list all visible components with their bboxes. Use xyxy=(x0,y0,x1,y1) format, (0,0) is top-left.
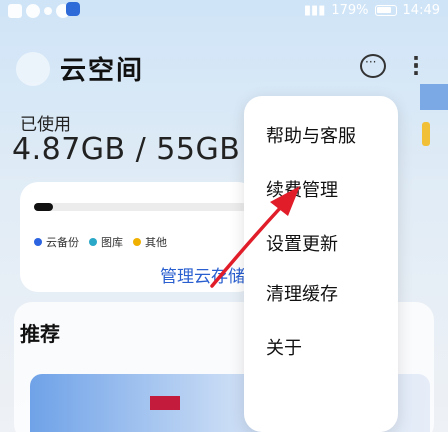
legend-label: 云备份 xyxy=(46,236,79,249)
legend-item-backup: 云备份 xyxy=(34,234,79,250)
legend-label: 图库 xyxy=(101,236,123,249)
menu-item-clear-cache[interactable]: 清理缓存 xyxy=(266,280,338,306)
clock: 14:49 xyxy=(402,3,440,18)
chat-icon[interactable] xyxy=(360,54,386,78)
dot-icon xyxy=(44,7,52,15)
usage-bar xyxy=(34,203,248,211)
legend-dot xyxy=(34,238,42,246)
page-title: 云空间 xyxy=(60,56,145,86)
storage-value: 4.87GB / 55GB xyxy=(12,132,241,167)
options-popup-menu: 帮助与客服 续费管理 设置更新 清理缓存 关于 xyxy=(244,96,398,432)
menu-item-settings[interactable]: 设置更新 xyxy=(266,230,338,256)
menu-item-help[interactable]: 帮助与客服 xyxy=(266,122,356,148)
background-peek xyxy=(420,84,448,110)
battery-percent: 179% xyxy=(331,3,369,18)
app-badge-icon xyxy=(66,2,80,16)
notification-icon xyxy=(26,4,40,18)
status-bar: ▮▮▮ 179% 14:49 xyxy=(0,0,448,34)
legend-dot xyxy=(133,238,141,246)
status-icons-right: ▮▮▮ 179% 14:49 xyxy=(304,3,440,18)
menu-item-renewal[interactable]: 续费管理 xyxy=(266,176,338,202)
app-notification-icon xyxy=(8,4,22,18)
usage-bar-fill xyxy=(34,203,53,211)
more-options-icon[interactable]: :: xyxy=(412,50,426,78)
menu-item-about[interactable]: 关于 xyxy=(266,334,302,360)
back-button[interactable] xyxy=(16,52,50,86)
status-icons-left xyxy=(8,4,70,18)
battery-icon xyxy=(374,5,397,16)
legend-item-gallery: 图库 xyxy=(89,234,123,250)
manage-storage-button[interactable]: 管理云存储 xyxy=(160,262,245,287)
signal-icon: ▮▮▮ xyxy=(303,3,326,18)
legend-label: 其他 xyxy=(145,236,167,249)
legend-dot xyxy=(89,238,97,246)
banner-shape xyxy=(150,396,180,410)
legend-item-other: 其他 xyxy=(133,234,167,250)
side-arrow-icon xyxy=(422,122,430,146)
recommend-title: 推荐 xyxy=(20,322,60,346)
storage-card: 云备份 图库 其他 管理云存储 xyxy=(20,182,256,292)
storage-legend: 云备份 图库 其他 xyxy=(34,234,167,250)
